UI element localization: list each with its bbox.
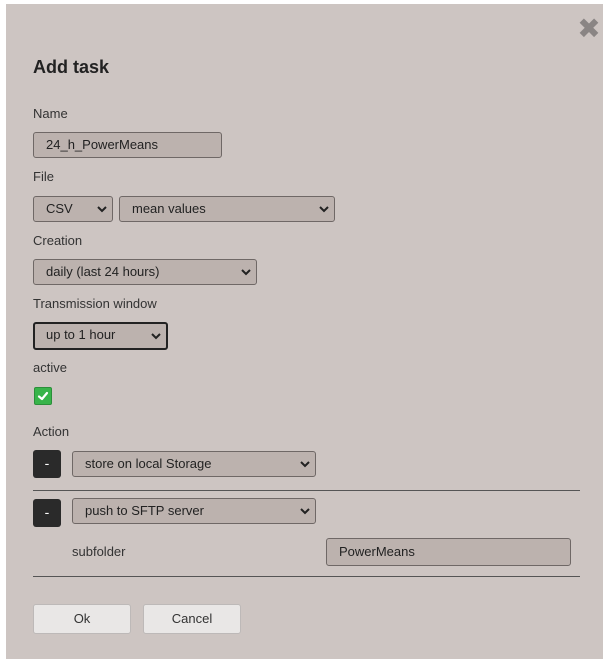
- action-type-select[interactable]: store on local Storage: [72, 451, 316, 477]
- active-label: active: [33, 360, 67, 375]
- active-checkbox[interactable]: [34, 387, 52, 405]
- file-format-value: CSV: [46, 201, 73, 216]
- chevron-down-icon: [97, 205, 107, 213]
- action-type-value: push to SFTP server: [85, 503, 204, 518]
- divider: [33, 576, 580, 577]
- add-task-dialog: ✖ Add task Name 24_h_PowerMeans File CSV…: [6, 4, 603, 659]
- name-label: Name: [33, 106, 68, 121]
- chevron-down-icon: [319, 205, 329, 213]
- file-label: File: [33, 169, 54, 184]
- file-format-select[interactable]: CSV: [33, 196, 113, 222]
- file-content-select[interactable]: mean values: [119, 196, 335, 222]
- creation-value: daily (last 24 hours): [46, 264, 160, 279]
- transmission-select[interactable]: up to 1 hour: [33, 322, 168, 350]
- action-label: Action: [33, 424, 70, 439]
- creation-select[interactable]: daily (last 24 hours): [33, 259, 257, 285]
- chevron-down-icon: [300, 460, 310, 468]
- divider: [33, 490, 580, 491]
- cancel-button[interactable]: Cancel: [143, 604, 241, 634]
- transmission-label: Transmission window: [33, 296, 157, 311]
- file-content-value: mean values: [132, 201, 206, 216]
- ok-button[interactable]: Ok: [33, 604, 131, 634]
- creation-label: Creation: [33, 233, 83, 248]
- remove-action-button[interactable]: -: [33, 499, 61, 527]
- action-type-select[interactable]: push to SFTP server: [72, 498, 316, 524]
- dialog-title: Add task: [33, 57, 110, 77]
- chevron-down-icon: [151, 332, 161, 340]
- remove-action-button[interactable]: -: [33, 450, 61, 478]
- transmission-value: up to 1 hour: [46, 327, 116, 342]
- chevron-down-icon: [241, 268, 251, 276]
- subfolder-input[interactable]: PowerMeans: [326, 538, 571, 566]
- checkmark-icon: [37, 391, 49, 401]
- close-icon[interactable]: ✖: [574, 14, 603, 44]
- subfolder-label: subfolder: [72, 544, 126, 559]
- action-type-value: store on local Storage: [85, 456, 212, 471]
- chevron-down-icon: [300, 507, 310, 515]
- name-input[interactable]: 24_h_PowerMeans: [33, 132, 222, 158]
